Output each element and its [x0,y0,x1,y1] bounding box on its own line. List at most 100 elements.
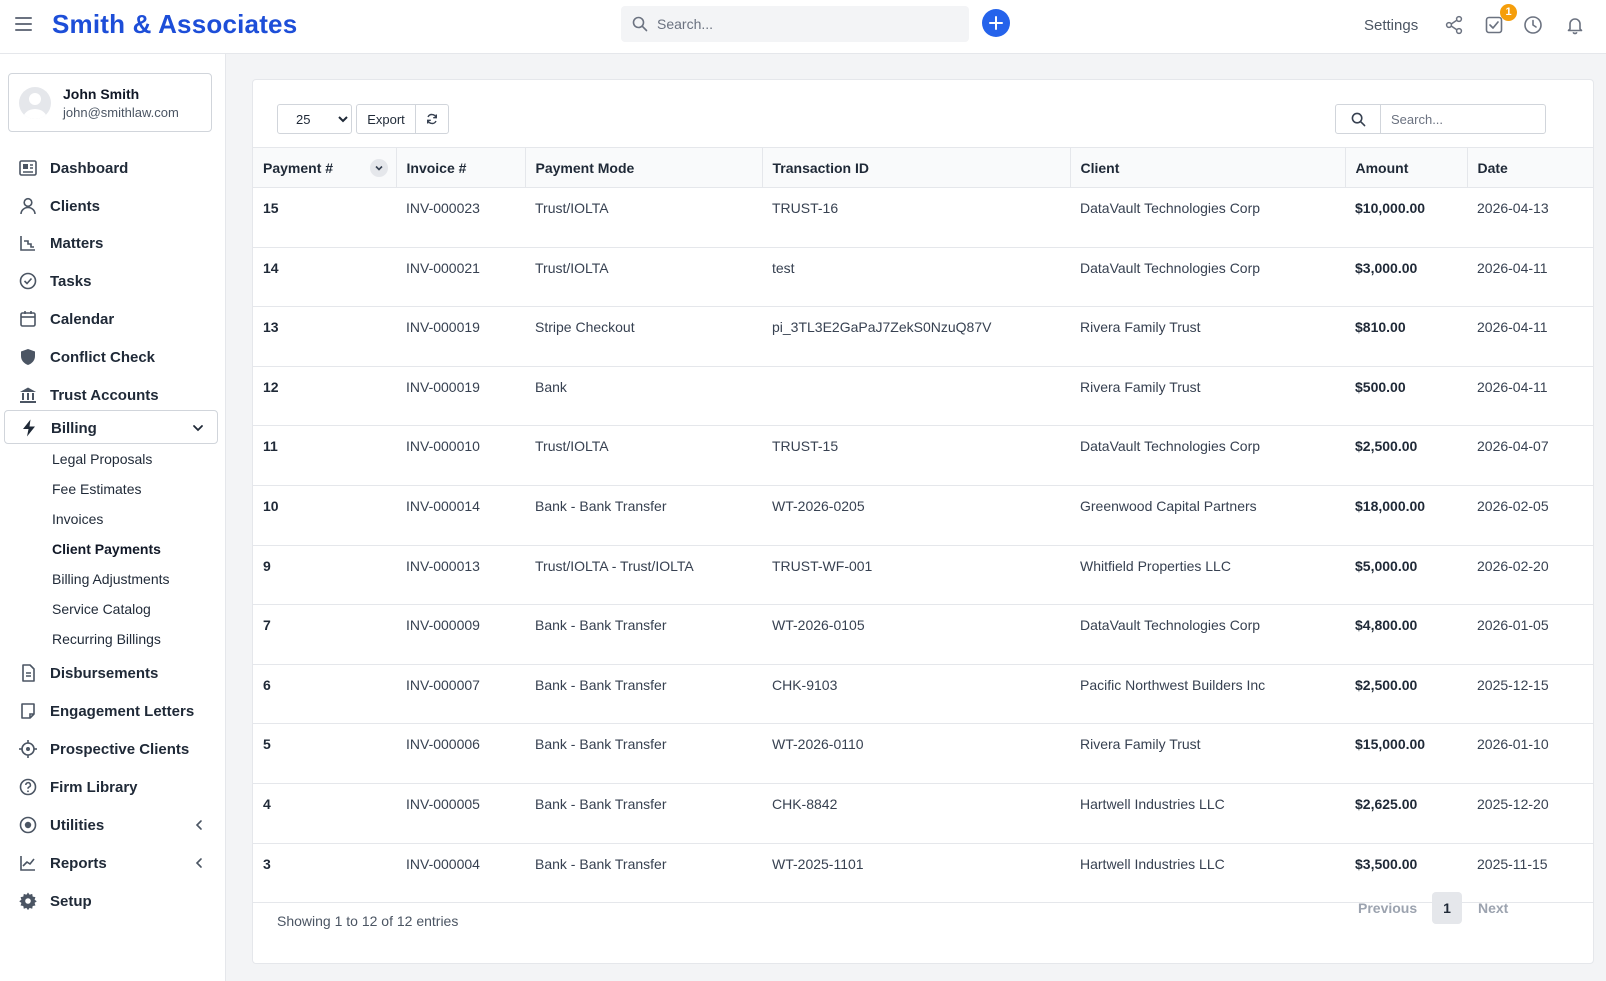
cell-date: 2025-11-15 [1477,855,1548,872]
cell-client: Rivera Family Trust [1080,319,1201,336]
table-row[interactable]: 7 INV-000009 Bank - Bank Transfer WT-2026-0… [253,605,1593,665]
cell-payment-number: 11 [263,438,278,455]
table-search-input[interactable] [1380,104,1546,134]
sub-client-payments[interactable]: Client Payments [52,541,161,557]
cell-payment-number: 4 [263,795,271,812]
sort-desc-icon [369,159,388,177]
cell-invoice-number[interactable]: INV-000019 [396,366,525,426]
cell-payment-mode: Bank - Bank Transfer [535,855,667,872]
pagination-previous[interactable]: Previous [1358,900,1417,916]
nav-label: Billing [51,420,97,437]
cell-invoice-number[interactable]: INV-000021 [396,247,525,307]
cell-invoice-number[interactable]: INV-000023 [396,188,525,248]
col-invoice-number[interactable]: Invoice # [396,147,526,188]
nav-matters[interactable]: Matters [4,226,218,260]
nav-firm-library[interactable]: Firm Library [4,770,218,804]
nav-setup[interactable]: Setup [4,884,218,918]
pagination-next[interactable]: Next [1478,900,1508,916]
chevron-left-icon [195,858,202,868]
col-date[interactable]: Date [1467,147,1593,188]
cell-invoice-number[interactable]: INV-000005 [396,783,525,843]
cell-invoice-number[interactable]: INV-000004 [396,843,525,903]
nav-label: Calendar [50,311,115,328]
cell-payment-mode: Trust/IOLTA - Trust/IOLTA [535,557,694,574]
global-search[interactable] [621,6,969,42]
bell-icon[interactable] [1565,15,1585,35]
table-row[interactable]: 6 INV-000007 Bank - Bank Transfer CHK-9103 P… [253,664,1593,724]
nav-disbursements[interactable]: Disbursements [4,656,218,690]
cell-amount: $5,000.00 [1355,557,1418,574]
cell-amount: $2,500.00 [1355,438,1418,455]
table-row[interactable]: 13 INV-000019 Stripe Checkout pi_3TL3E2GaPa… [253,307,1593,367]
sidebar: John Smith john@smithlaw.com Dashboard C… [0,54,226,981]
sub-invoices[interactable]: Invoices [52,511,103,527]
col-amount[interactable]: Amount [1345,147,1468,188]
nav-clients[interactable]: Clients [4,189,218,223]
cell-date: 2026-01-10 [1477,736,1549,753]
table-row[interactable]: 5 INV-000006 Bank - Bank Transfer WT-2026-0… [253,724,1593,784]
table-row[interactable]: 15 INV-000023 Trust/IOLTA TRUST-16 DataVault… [253,188,1593,248]
nav-dashboard[interactable]: Dashboard [4,151,218,185]
cell-invoice-number[interactable]: INV-000010 [396,426,525,486]
cell-invoice-number[interactable]: INV-000014 [396,485,525,545]
col-transaction-id[interactable]: Transaction ID [762,147,1071,188]
cell-payment-number: 3 [263,855,271,872]
nav-reports[interactable]: Reports [4,846,218,880]
cell-client: Whitfield Properties LLC [1080,557,1231,574]
table-info: Showing 1 to 12 of 12 entries [277,913,459,929]
cell-client: Rivera Family Trust [1080,378,1201,395]
nav-prospective-clients[interactable]: Prospective Clients [4,732,218,766]
sub-recurring-billings[interactable]: Recurring Billings [52,631,161,647]
table-row[interactable]: 3 INV-000004 Bank - Bank Transfer WT-2025-1… [253,843,1593,903]
brand-title[interactable]: Smith & Associates [52,9,297,40]
cell-payment-number: 14 [263,259,279,276]
clock-icon[interactable] [1523,15,1543,35]
col-payment-number[interactable]: Payment # [253,147,397,188]
nav-utilities[interactable]: Utilities [4,808,218,842]
tasks-check-icon[interactable] [1484,15,1504,35]
refresh-button[interactable] [415,104,449,134]
table-search-button[interactable] [1335,104,1381,134]
nav-billing[interactable]: Billing [4,410,218,444]
table-row[interactable]: 11 INV-000010 Trust/IOLTA TRUST-15 DataVault… [253,426,1593,486]
global-search-input[interactable] [657,6,957,42]
menu-icon[interactable] [15,17,32,31]
nav-label: Matters [50,235,104,252]
settings-link[interactable]: Settings [1364,17,1418,34]
shield-icon [21,349,35,365]
cell-invoice-number[interactable]: INV-000006 [396,724,525,784]
pagination-page[interactable]: 1 [1432,892,1462,924]
cell-invoice-number[interactable]: INV-000019 [396,307,525,367]
cell-invoice-number[interactable]: INV-000013 [396,545,525,605]
table-row[interactable]: 12 INV-000019 Bank Rivera Family Trust $500.… [253,366,1593,426]
table-row[interactable]: 10 INV-000014 Bank - Bank Transfer WT-2026-… [253,485,1593,546]
nav-tasks[interactable]: Tasks [4,264,218,298]
user-card[interactable]: John Smith john@smithlaw.com [8,73,212,132]
cell-payment-number: 5 [263,736,271,753]
table-row[interactable]: 9 INV-000013 Trust/IOLTA - Trust/IOLTA TRUS… [253,545,1593,605]
sub-service-catalog[interactable]: Service Catalog [52,601,151,617]
cell-invoice-number[interactable]: INV-000009 [396,605,525,665]
table-row[interactable]: 4 INV-000005 Bank - Bank Transfer CHK-8842 H… [253,783,1593,844]
col-client[interactable]: Client [1070,147,1346,188]
table-row[interactable]: 14 INV-000021 Trust/IOLTA test DataVault Tec… [253,247,1593,307]
page-length-select[interactable]: 102550100 [277,104,352,134]
sub-legal-proposals[interactable]: Legal Proposals [52,451,152,467]
cell-invoice-number[interactable]: INV-000007 [396,664,525,724]
calendar-icon [20,311,36,327]
bank-icon [20,387,36,403]
cell-amount: $3,000.00 [1355,259,1418,276]
sub-billing-adjustments[interactable]: Billing Adjustments [52,571,170,587]
export-button[interactable]: Export [356,104,416,134]
sub-fee-estimates[interactable]: Fee Estimates [52,481,141,497]
col-payment-mode[interactable]: Payment Mode [525,147,763,188]
nav-label: Dashboard [50,160,129,177]
nav-trust-accounts[interactable]: Trust Accounts [4,378,218,412]
nav-conflict-check[interactable]: Conflict Check [4,340,218,374]
share-icon[interactable] [1444,15,1464,35]
cell-amount: $810.00 [1355,319,1406,336]
nav-calendar[interactable]: Calendar [4,302,218,336]
note-icon [21,703,35,719]
quick-add-button[interactable] [982,9,1010,37]
nav-engagement-letters[interactable]: Engagement Letters [4,694,218,728]
